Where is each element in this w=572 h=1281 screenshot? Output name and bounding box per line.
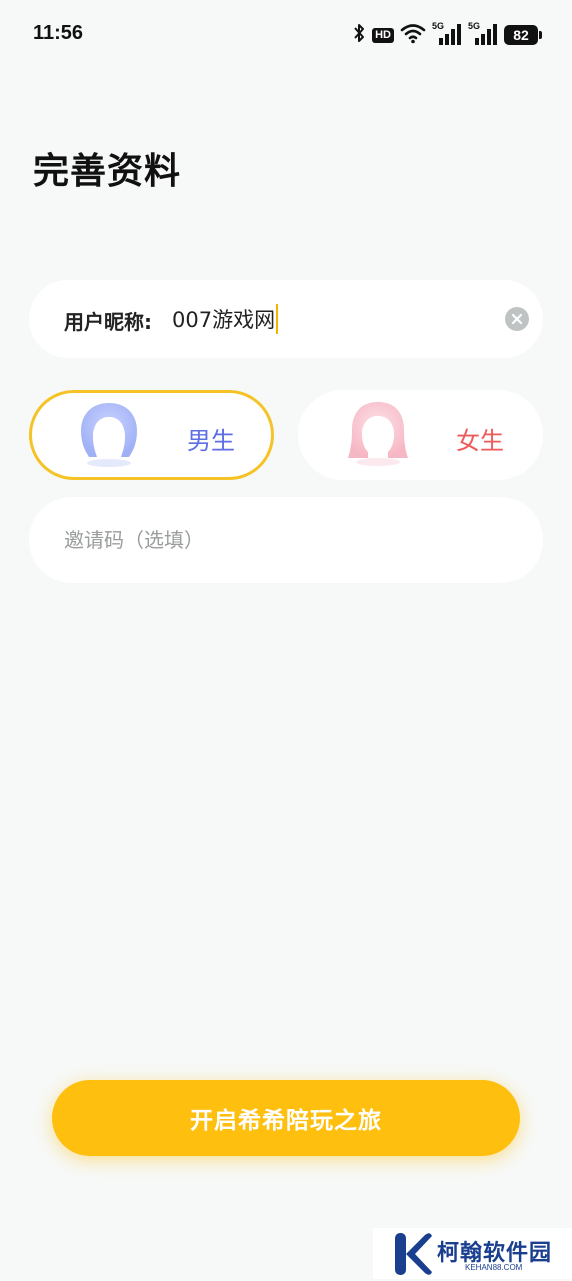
gender-female-option[interactable]: 女生 <box>298 390 543 480</box>
signal-icon-sim1: 5G <box>432 21 462 47</box>
bluetooth-icon <box>352 22 366 48</box>
text-caret <box>276 304 279 334</box>
invite-code-input[interactable] <box>64 523 504 557</box>
female-avatar-icon <box>344 398 412 466</box>
watermark: 柯翰软件园 KEHAN88.COM <box>373 1228 572 1279</box>
nickname-value: 007游戏网 <box>172 308 276 332</box>
gender-male-label: 男生 <box>187 427 235 455</box>
watermark-logo-icon <box>393 1231 433 1281</box>
battery-indicator: 82 <box>504 25 542 45</box>
watermark-url: KEHAN88.COM <box>465 1263 523 1272</box>
male-avatar-icon <box>75 399 143 467</box>
signal-icon-sim2: 5G <box>468 21 498 47</box>
wifi-icon <box>400 22 426 48</box>
status-time: 11:56 <box>33 22 84 44</box>
nickname-input[interactable]: 007游戏网 <box>172 302 452 336</box>
hd-badge: HD <box>372 27 394 43</box>
nickname-field[interactable]: 用户昵称: 007游戏网 <box>29 280 543 358</box>
nickname-label: 用户昵称: <box>64 310 152 334</box>
page-title: 完善资料 <box>33 151 182 192</box>
status-bar: 11:56 HD 5G 5G 82 <box>0 0 572 70</box>
gender-male-option[interactable]: 男生 <box>29 390 274 480</box>
clear-icon[interactable] <box>505 307 529 331</box>
gender-female-label: 女生 <box>456 427 504 455</box>
status-icons: HD 5G 5G 82 <box>352 21 542 48</box>
start-button[interactable]: 开启希希陪玩之旅 <box>52 1080 520 1156</box>
invite-code-field[interactable] <box>29 497 543 583</box>
